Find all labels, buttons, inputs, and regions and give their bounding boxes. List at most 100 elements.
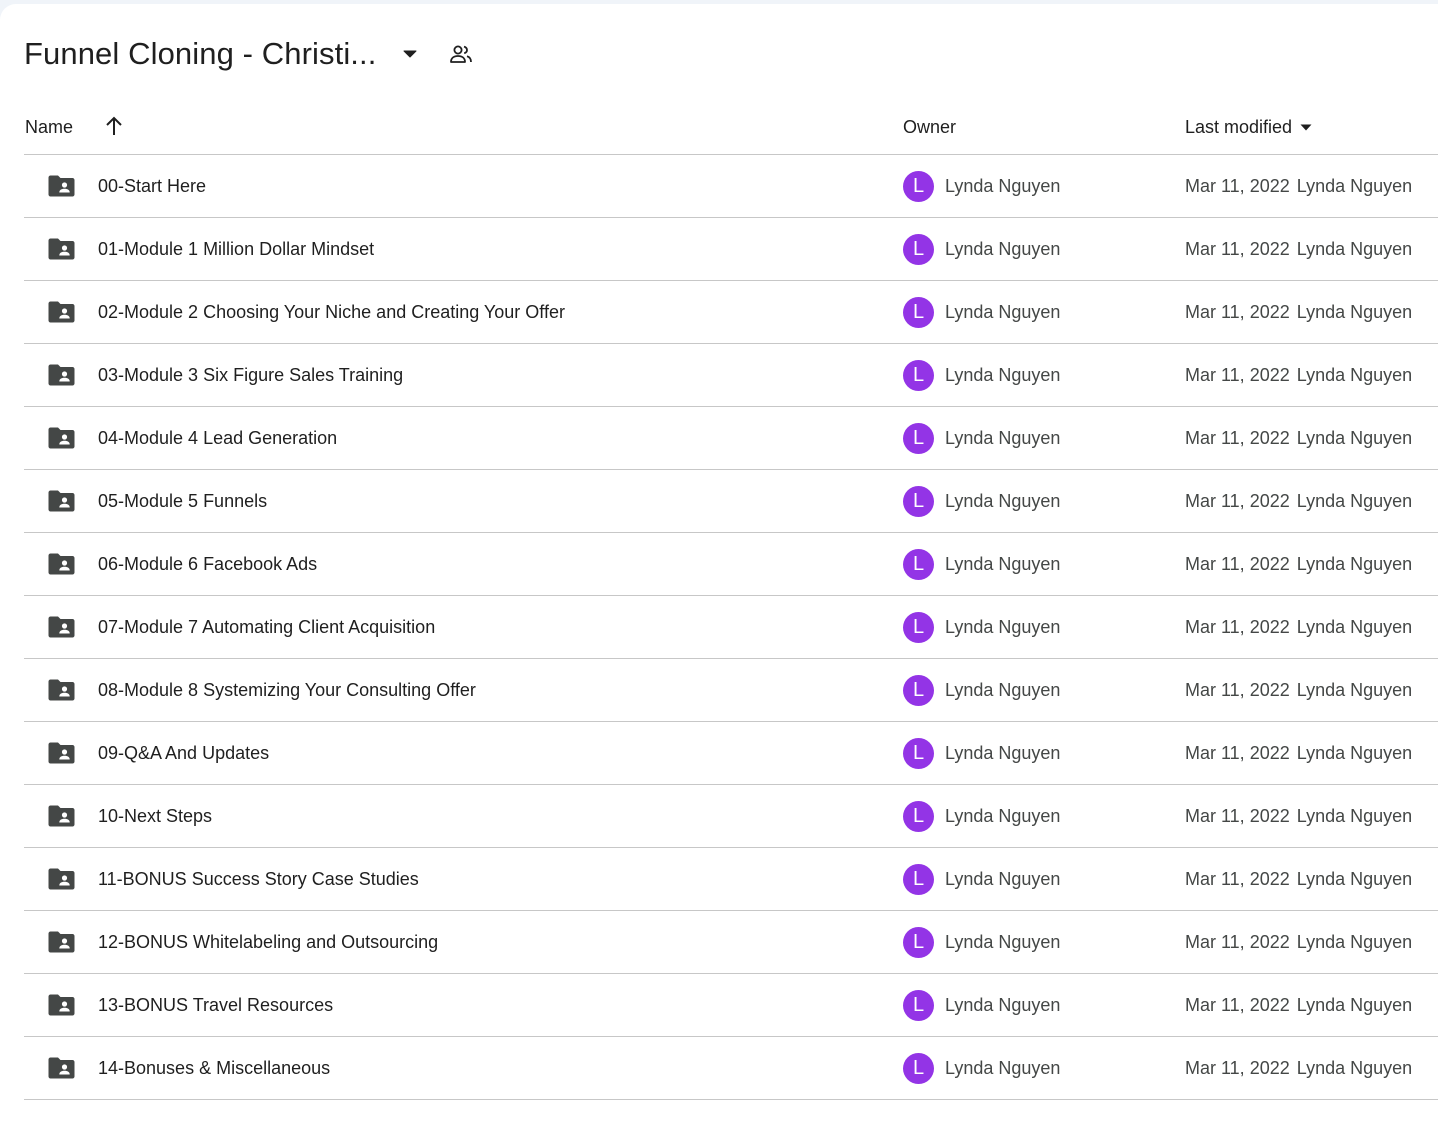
shared-folder-icon (47, 1037, 75, 1099)
file-name[interactable]: 14-Bonuses & Miscellaneous (98, 1037, 330, 1099)
owner-cell: L Lynda Nguyen (903, 785, 1060, 847)
folder-title[interactable]: Funnel Cloning - Christi... (24, 36, 376, 72)
owner-name: Lynda Nguyen (945, 427, 1061, 448)
modified-date: Mar 11, 2022 (1185, 364, 1290, 385)
modified-by: Lynda Nguyen (1296, 427, 1413, 448)
modified-by: Lynda Nguyen (1296, 805, 1413, 826)
avatar: L (903, 674, 934, 706)
file-name[interactable]: 13-BONUS Travel Resources (98, 974, 333, 1036)
shared-folder-icon (47, 596, 75, 658)
modified-by: Lynda Nguyen (1296, 616, 1413, 637)
column-owner-header[interactable]: Owner (903, 100, 956, 154)
owner-cell: L Lynda Nguyen (903, 911, 1060, 973)
column-name-header[interactable]: Name (25, 100, 73, 154)
modified-date: Mar 11, 2022 (1185, 742, 1290, 763)
modified-date: Mar 11, 2022 (1185, 301, 1290, 322)
column-modified-header[interactable]: Last modified (1185, 100, 1312, 154)
file-name[interactable]: 00-Start Here (98, 155, 206, 217)
caret-down-icon (1300, 124, 1312, 131)
modified-cell: Mar 11, 2022 Lynda Nguyen (1185, 344, 1412, 406)
arrow-up-icon[interactable] (104, 115, 124, 137)
file-name[interactable]: 12-BONUS Whitelabeling and Outsourcing (98, 911, 438, 973)
avatar: L (903, 1052, 934, 1084)
table-row[interactable]: 04-Module 4 Lead Generation L Lynda Nguy… (24, 407, 1438, 470)
modified-cell: Mar 11, 2022 Lynda Nguyen (1185, 848, 1412, 910)
owner-name: Lynda Nguyen (945, 364, 1061, 385)
table-row[interactable]: 12-BONUS Whitelabeling and Outsourcing L… (24, 911, 1438, 974)
owner-name: Lynda Nguyen (945, 616, 1061, 637)
shared-folder-icon (47, 470, 75, 532)
table-row[interactable]: 06-Module 6 Facebook Ads L Lynda Nguyen … (24, 533, 1438, 596)
file-table: Name Owner Last modified 00-Start Here L… (24, 100, 1438, 1100)
caret-down-icon[interactable] (398, 42, 422, 66)
table-row[interactable]: 00-Start Here L Lynda Nguyen Mar 11, 202… (24, 155, 1438, 218)
owner-name: Lynda Nguyen (945, 1057, 1061, 1078)
file-name[interactable]: 07-Module 7 Automating Client Acquisitio… (98, 596, 435, 658)
modified-date: Mar 11, 2022 (1185, 931, 1290, 952)
avatar: L (903, 989, 934, 1021)
modified-cell: Mar 11, 2022 Lynda Nguyen (1185, 785, 1412, 847)
owner-cell: L Lynda Nguyen (903, 155, 1060, 217)
table-row[interactable]: 11-BONUS Success Story Case Studies L Ly… (24, 848, 1438, 911)
modified-date: Mar 11, 2022 (1185, 805, 1290, 826)
table-row[interactable]: 08-Module 8 Systemizing Your Consulting … (24, 659, 1438, 722)
avatar: L (903, 800, 934, 832)
owner-name: Lynda Nguyen (945, 931, 1061, 952)
table-row[interactable]: 07-Module 7 Automating Client Acquisitio… (24, 596, 1438, 659)
shared-folder-icon (47, 722, 75, 784)
file-list: 00-Start Here L Lynda Nguyen Mar 11, 202… (24, 155, 1438, 1100)
avatar: L (903, 926, 934, 958)
owner-cell: L Lynda Nguyen (903, 407, 1060, 469)
shared-folder-icon (47, 155, 75, 217)
owner-cell: L Lynda Nguyen (903, 218, 1060, 280)
owner-cell: L Lynda Nguyen (903, 1037, 1060, 1099)
modified-by: Lynda Nguyen (1296, 238, 1413, 259)
avatar: L (903, 170, 934, 202)
modified-by: Lynda Nguyen (1296, 490, 1413, 511)
file-name[interactable]: 06-Module 6 Facebook Ads (98, 533, 317, 595)
owner-name: Lynda Nguyen (945, 553, 1061, 574)
modified-date: Mar 11, 2022 (1185, 616, 1290, 637)
file-name[interactable]: 04-Module 4 Lead Generation (98, 407, 337, 469)
table-row[interactable]: 13-BONUS Travel Resources L Lynda Nguyen… (24, 974, 1438, 1037)
file-name[interactable]: 09-Q&A And Updates (98, 722, 269, 784)
modified-by: Lynda Nguyen (1296, 994, 1413, 1015)
table-row[interactable]: 05-Module 5 Funnels L Lynda Nguyen Mar 1… (24, 470, 1438, 533)
file-name[interactable]: 03-Module 3 Six Figure Sales Training (98, 344, 403, 406)
modified-cell: Mar 11, 2022 Lynda Nguyen (1185, 470, 1412, 532)
owner-cell: L Lynda Nguyen (903, 974, 1060, 1036)
column-modified-label: Last modified (1185, 116, 1293, 137)
modified-by: Lynda Nguyen (1296, 175, 1413, 196)
table-row[interactable]: 10-Next Steps L Lynda Nguyen Mar 11, 202… (24, 785, 1438, 848)
table-row[interactable]: 01-Module 1 Million Dollar Mindset L Lyn… (24, 218, 1438, 281)
table-row[interactable]: 14-Bonuses & Miscellaneous L Lynda Nguye… (24, 1037, 1438, 1100)
owner-name: Lynda Nguyen (945, 742, 1061, 763)
modified-date: Mar 11, 2022 (1185, 427, 1290, 448)
modified-cell: Mar 11, 2022 Lynda Nguyen (1185, 722, 1412, 784)
owner-cell: L Lynda Nguyen (903, 722, 1060, 784)
file-name[interactable]: 08-Module 8 Systemizing Your Consulting … (98, 659, 476, 721)
owner-cell: L Lynda Nguyen (903, 659, 1060, 721)
file-name[interactable]: 11-BONUS Success Story Case Studies (98, 848, 419, 910)
owner-cell: L Lynda Nguyen (903, 533, 1060, 595)
shared-folder-icon (47, 218, 75, 280)
modified-by: Lynda Nguyen (1296, 931, 1413, 952)
avatar: L (903, 737, 934, 769)
table-row[interactable]: 02-Module 2 Choosing Your Niche and Crea… (24, 281, 1438, 344)
table-row[interactable]: 03-Module 3 Six Figure Sales Training L … (24, 344, 1438, 407)
owner-name: Lynda Nguyen (945, 868, 1061, 889)
file-name[interactable]: 05-Module 5 Funnels (98, 470, 267, 532)
modified-cell: Mar 11, 2022 Lynda Nguyen (1185, 1037, 1412, 1099)
people-icon (448, 41, 474, 67)
avatar: L (903, 422, 934, 454)
file-name[interactable]: 01-Module 1 Million Dollar Mindset (98, 218, 374, 280)
owner-cell: L Lynda Nguyen (903, 281, 1060, 343)
table-header: Name Owner Last modified (24, 100, 1438, 155)
shared-folder-icon (47, 344, 75, 406)
shared-folder-icon (47, 848, 75, 910)
table-row[interactable]: 09-Q&A And Updates L Lynda Nguyen Mar 11… (24, 722, 1438, 785)
file-name[interactable]: 02-Module 2 Choosing Your Niche and Crea… (98, 281, 565, 343)
file-name[interactable]: 10-Next Steps (98, 785, 212, 847)
modified-by: Lynda Nguyen (1296, 1057, 1413, 1078)
modified-by: Lynda Nguyen (1296, 364, 1413, 385)
